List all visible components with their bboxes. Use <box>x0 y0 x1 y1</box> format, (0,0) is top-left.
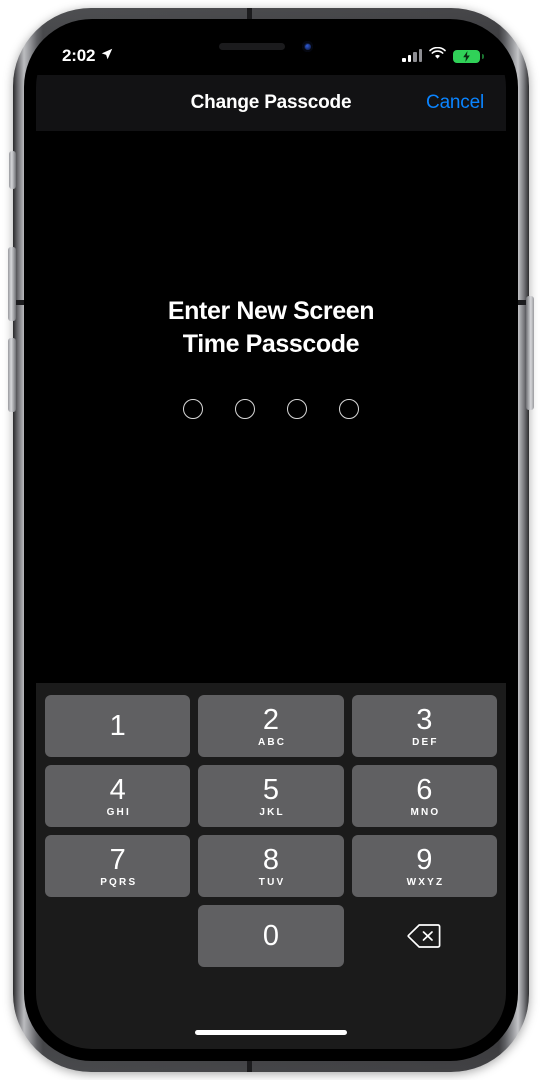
power-button[interactable] <box>526 296 534 410</box>
keypad-key-letters: PQRS <box>100 877 138 888</box>
battery-charging-icon <box>453 49 484 63</box>
earpiece-speaker <box>219 43 285 50</box>
keypad-key-number: 7 <box>109 844 126 876</box>
keypad-key-letters: TUV <box>258 877 286 888</box>
mute-switch-button[interactable] <box>9 151 16 189</box>
passcode-dot <box>183 399 203 419</box>
backspace-delete-icon[interactable] <box>352 905 497 967</box>
keypad-key-letters: GHI <box>106 807 131 818</box>
volume-up-button[interactable] <box>8 247 16 321</box>
keypad-row: 4 GHI 5 JKL 6 MNO <box>45 765 497 827</box>
antenna-line-bottom <box>247 1060 252 1072</box>
keypad-key-letters: JKL <box>259 807 285 818</box>
keypad-key-number: 4 <box>109 774 126 806</box>
keypad-key-number: 8 <box>262 844 280 876</box>
keypad-key-4[interactable]: 4 GHI <box>45 765 191 827</box>
display-notch <box>169 31 373 63</box>
front-camera-icon <box>302 41 313 52</box>
keypad-key-letters: ABC <box>257 737 287 748</box>
keypad-key-number: 9 <box>416 844 433 876</box>
navigation-bar: Change Passcode Cancel <box>36 75 506 131</box>
status-time: 2:02 <box>62 46 96 65</box>
keypad-key-0[interactable]: 0 <box>198 905 344 967</box>
passcode-dots <box>183 399 359 419</box>
status-bar-left: 2:02 <box>62 40 114 66</box>
keypad-key-1[interactable]: 1 <box>45 695 191 757</box>
passcode-dot <box>339 399 359 419</box>
phone-screen: 2:02 Change Passcode Cancel Enter New Sc… <box>36 31 506 1049</box>
keypad-key-2[interactable]: 2 ABC <box>198 695 344 757</box>
keypad-key-number: 3 <box>416 704 433 736</box>
keypad-key-letters: WXYZ <box>406 877 445 888</box>
keypad-key-number: 0 <box>262 919 280 952</box>
keypad-key-letters: DEF <box>412 737 439 748</box>
cancel-button[interactable]: Cancel <box>426 92 484 114</box>
keypad-key-blank <box>45 905 190 967</box>
keypad-key-9[interactable]: 9 WXYZ <box>351 835 497 897</box>
keypad-key-number: 5 <box>262 774 280 806</box>
keypad-key-7[interactable]: 7 PQRS <box>45 835 191 897</box>
keypad-key-number: 1 <box>109 709 126 742</box>
keypad-key-8[interactable]: 8 TUV <box>198 835 344 897</box>
screenshot-stage: 2:02 Change Passcode Cancel Enter New Sc… <box>0 0 542 1080</box>
cellular-signal-icon <box>402 49 422 62</box>
status-bar-right <box>402 41 484 65</box>
keypad-row: 1 2 ABC 3 DEF <box>45 695 497 757</box>
keypad-key-number: 2 <box>262 704 280 736</box>
passcode-content: Enter New Screen Time Passcode <box>36 131 506 683</box>
wifi-icon <box>429 46 446 65</box>
keypad-row: 7 PQRS 8 TUV 9 WXYZ <box>45 835 497 897</box>
prompt-line-1: Enter New Screen <box>167 297 375 325</box>
passcode-dot <box>287 399 307 419</box>
passcode-dot <box>235 399 255 419</box>
keypad-key-number: 6 <box>416 774 433 806</box>
keypad-key-5[interactable]: 5 JKL <box>198 765 344 827</box>
keypad-key-6[interactable]: 6 MNO <box>351 765 497 827</box>
keypad-key-letters: MNO <box>410 807 441 818</box>
numeric-keypad: 1 2 ABC 3 DEF 4 GHI 5 JKL 6 MNO 7 PQRS 8 TUV 9 WXYZ 0 <box>36 683 506 1049</box>
location-arrow-icon <box>100 46 114 66</box>
prompt-line-2: Time Passcode <box>182 330 360 358</box>
keypad-row: 0 <box>45 905 497 967</box>
passcode-prompt: Enter New Screen Time Passcode <box>167 295 375 361</box>
home-indicator-bar[interactable] <box>195 1030 347 1035</box>
keypad-key-3[interactable]: 3 DEF <box>351 695 497 757</box>
volume-down-button[interactable] <box>8 338 16 412</box>
